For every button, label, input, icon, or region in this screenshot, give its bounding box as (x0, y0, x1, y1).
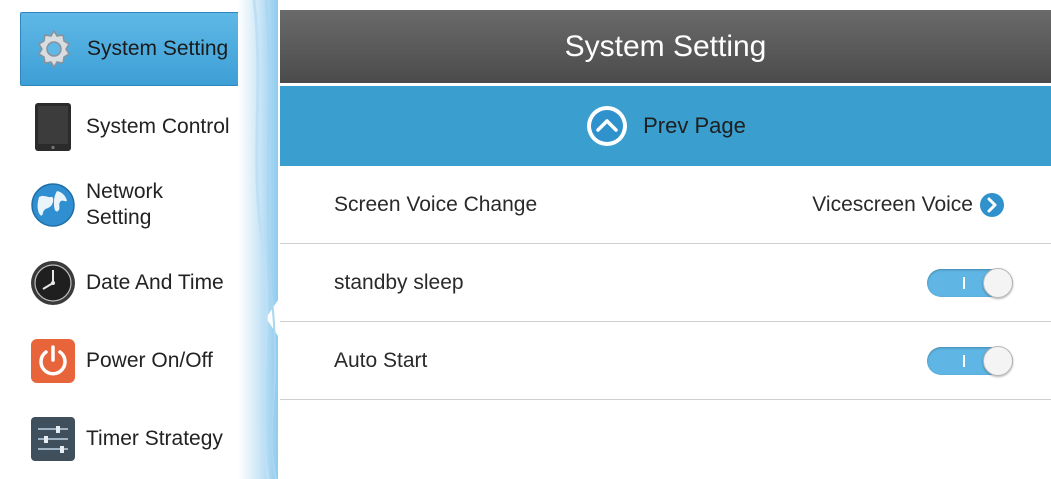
power-icon (28, 336, 78, 386)
gear-icon (29, 24, 79, 74)
sidebar-item-label: Timer Strategy (86, 427, 223, 450)
globe-icon (28, 180, 78, 230)
divider-wave (238, 0, 278, 479)
setting-label: standby sleep (334, 270, 464, 294)
setting-label: Screen Voice Change (334, 192, 538, 216)
tablet-icon (28, 102, 78, 152)
toggle-on-mark (963, 276, 965, 289)
sidebar-item-label: System Control (86, 115, 230, 138)
sidebar-item-label: Network Setting (86, 180, 164, 229)
setting-row-standby-sleep: standby sleep (280, 244, 1051, 322)
sidebar-item-label: Power On/Off (86, 349, 213, 372)
sidebar-item-label: System Setting (87, 37, 229, 60)
prev-page-button[interactable]: Prev Page (280, 86, 1051, 166)
sidebar-item-timer-strategy[interactable]: Timer Strategy (20, 402, 239, 476)
setting-row-auto-start: Auto Start (280, 322, 1051, 400)
toggle-on-mark (963, 354, 965, 367)
toggle-knob (983, 345, 1013, 376)
sliders-icon (28, 414, 78, 464)
header: System Setting (280, 10, 1051, 83)
prev-page-label: Prev Page (643, 113, 746, 138)
standby-sleep-toggle[interactable] (927, 267, 1013, 298)
chevron-right-icon[interactable] (979, 192, 1005, 218)
sidebar-item-power-on-off[interactable]: Power On/Off (20, 324, 239, 398)
setting-label: Auto Start (334, 348, 428, 372)
sidebar-item-date-and-time[interactable]: Date And Time (20, 246, 239, 320)
clock-icon (28, 258, 78, 308)
sidebar-item-system-control[interactable]: System Control (20, 90, 239, 164)
setting-value: Vicescreen Voice (812, 192, 973, 216)
toggle-knob (983, 267, 1013, 298)
page-title: System Setting (564, 29, 767, 63)
sidebar: System Setting System Control Network Se… (0, 0, 258, 479)
sidebar-item-label: Date And Time (86, 271, 224, 294)
settings-panel: System Setting Prev Page Screen Voice Ch… (280, 10, 1051, 479)
chevron-up-icon (587, 106, 628, 146)
sidebar-item-system-setting[interactable]: System Setting (20, 12, 239, 86)
sidebar-item-network-setting[interactable]: Network Setting (20, 168, 239, 242)
setting-row-screen-voice-change[interactable]: Screen Voice Change Vicescreen Voice (280, 166, 1051, 244)
auto-start-toggle[interactable] (927, 345, 1013, 376)
